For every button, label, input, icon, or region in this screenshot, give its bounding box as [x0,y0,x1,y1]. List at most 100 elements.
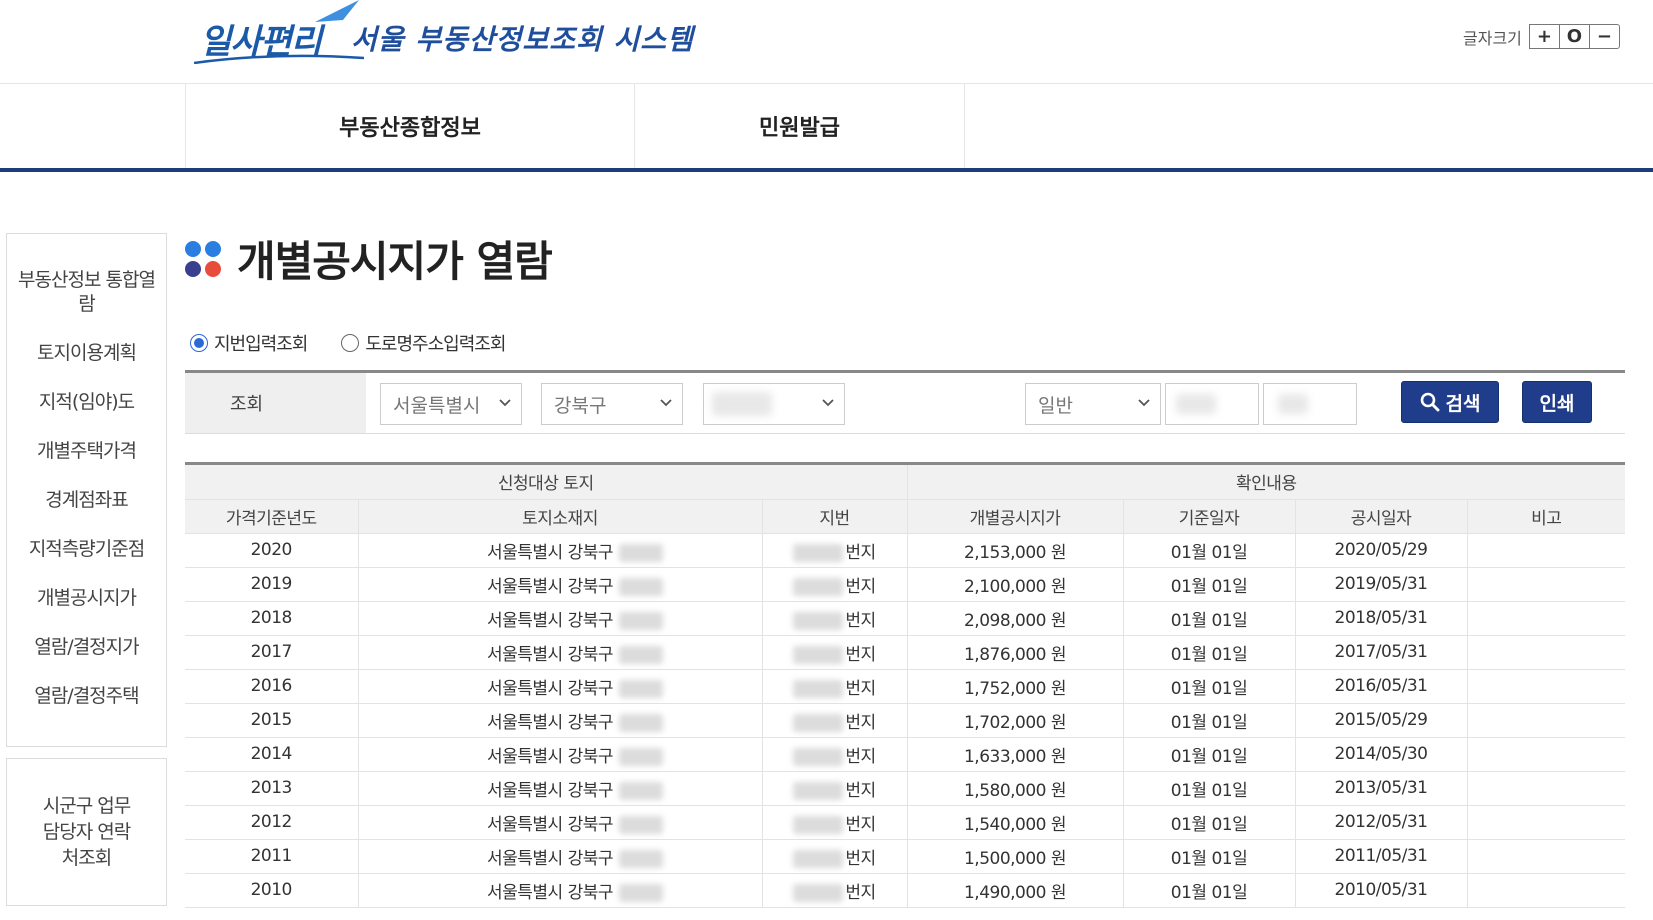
cell-note [1466,533,1625,568]
city-select-value: 서울특별시 [393,394,481,417]
dong-select[interactable] [703,383,845,425]
cell-location: 서울특별시 강북구 [357,771,762,806]
blurred-dong [619,611,664,630]
col-header-year: 가격기준년도 [185,499,358,534]
jibun-suffix: 번지 [845,848,876,869]
blurred-dong [619,849,664,868]
group-header-confirmation: 확인내용 [906,465,1625,500]
sidebar-item-house-price[interactable]: 개별주택가격 [7,439,166,463]
result-table: 신청대상 토지 확인내용 가격기준년도 토지소재지 지번 개별공시지가 기준일자… [185,462,1625,920]
blurred-dong [619,543,664,562]
col-header-base-date: 기준일자 [1122,499,1296,534]
cell-note [1466,737,1625,772]
sidebar-item-cadastral-map[interactable]: 지적(임야)도 [7,390,166,414]
logo-mark: 일사편리 [194,0,364,64]
cell-year: 2014 [185,737,358,772]
city-select[interactable]: 서울특별시 [380,383,522,425]
nav-item-civil-docs[interactable]: 민원발급 [634,84,965,168]
site-logo[interactable]: 일사편리 서울 부동산정보조회 시스템 [194,0,694,70]
table-row: 2011 서울특별시 강북구 번지 1,500,000 원 01월 01일 2011/05… [185,839,1625,874]
cell-price: 1,490,000 원 [906,873,1124,908]
cell-base-date: 01월 01일 [1122,873,1296,908]
font-increase-button[interactable]: + [1528,24,1560,49]
cell-year: 2010 [185,873,358,908]
blurred-jibun-number [793,577,844,596]
radio-road-address-dot[interactable] [341,334,360,352]
sidebar-item-survey-points[interactable]: 지적측량기준점 [7,537,166,561]
cell-note [1466,771,1625,806]
bonbun-input[interactable] [1165,383,1259,425]
jibun-suffix: 번지 [845,610,876,631]
cell-price: 1,702,000 원 [906,703,1124,738]
cell-price: 1,500,000 원 [906,839,1124,874]
cell-price: 1,876,000 원 [906,635,1124,670]
cell-jibun: 번지 [761,839,908,874]
sidebar: 부동산정보 통합열람 토지이용계획 지적(임야)도 개별주택가격 경계점좌표 지… [6,233,167,747]
cell-base-date: 01월 01일 [1122,635,1296,670]
cell-location: 서울특별시 강북구 [357,703,762,738]
sidebar-item-decided-house-price[interactable]: 열람/결정주택 [7,684,166,708]
cell-jibun: 번지 [761,635,908,670]
cell-base-date: 01월 01일 [1122,703,1296,738]
sidebar-item-integrated-view[interactable]: 부동산정보 통합열람 [7,268,166,316]
cell-notice-date: 2016/05/31 [1294,669,1468,704]
gu-select-value: 강북구 [554,394,607,417]
location-prefix: 서울특별시 강북구 [486,644,614,665]
table-body: 2020 서울특별시 강북구 번지 2,153,000 원 01월 01일 2020/05… [185,533,1625,908]
search-button[interactable]: 검색 [1401,381,1499,423]
cell-year: 2016 [185,669,358,704]
sidebar-item-decided-land-price[interactable]: 열람/결정지가 [7,635,166,659]
blurred-dong [619,781,664,800]
cell-jibun: 번지 [761,601,908,636]
global-nav: 부동산종합정보 민원발급 [0,84,1653,172]
location-prefix: 서울특별시 강북구 [486,678,614,699]
cell-location: 서울특별시 강북구 [357,635,762,670]
search-bar: 조회 서울특별시 강북구 일반 검색 인쇄 [185,370,1625,434]
cell-year: 2012 [185,805,358,840]
title-dot [205,260,221,277]
cell-location: 서울특별시 강북구 [357,805,762,840]
print-button[interactable]: 인쇄 [1522,381,1592,423]
title-dot [205,240,221,257]
col-header-location: 토지소재지 [357,499,762,534]
cell-year: 2011 [185,839,358,874]
cell-notice-date: 2010/05/31 [1294,873,1468,908]
land-type-select[interactable]: 일반 [1025,383,1161,425]
blurred-bonbun-value [1176,394,1216,414]
blurred-dong [619,577,664,596]
nav-item-real-estate-info[interactable]: 부동산종합정보 [185,84,634,168]
system-title: 서울 부동산정보조회 시스템 [351,23,694,56]
cell-notice-date: 2011/05/31 [1294,839,1468,874]
col-header-jibun: 지번 [761,499,908,534]
font-size-label: 글자크기 [1463,28,1522,48]
location-prefix: 서울특별시 강북구 [486,814,614,835]
gu-select[interactable]: 강북구 [541,383,683,425]
table-row: 2017 서울특별시 강북구 번지 1,876,000 원 01월 01일 2017/05… [185,635,1625,670]
font-decrease-button[interactable]: − [1588,24,1620,49]
blurred-dong [619,815,664,834]
blurred-jibun-number [793,645,844,664]
search-label: 조회 [185,373,366,433]
sidebar-contact-link[interactable]: 시군구 업무담당자 연락처조회 [6,758,167,906]
cell-year: 2019 [185,567,358,602]
cell-base-date: 01월 01일 [1122,567,1296,602]
location-prefix: 서울특별시 강북구 [486,780,614,801]
radio-jibun[interactable]: 지번입력조회 [190,330,308,356]
search-button-label: 검색 [1445,392,1481,415]
cell-note [1466,601,1625,636]
cell-price: 2,153,000 원 [906,533,1124,568]
radio-jibun-dot[interactable] [190,334,208,352]
jibun-suffix: 번지 [845,644,876,665]
radio-road-address[interactable]: 도로명주소입력조회 [341,330,506,356]
font-reset-button[interactable]: O [1558,24,1590,49]
jibun-suffix: 번지 [845,576,876,597]
table-row: 2016 서울특별시 강북구 번지 1,752,000 원 01월 01일 2016/05… [185,669,1625,704]
blurred-dong [619,747,664,766]
cell-price: 1,580,000 원 [906,771,1124,806]
cell-note [1466,669,1625,704]
sidebar-item-land-use[interactable]: 토지이용계획 [7,341,166,365]
cell-price: 1,540,000 원 [906,805,1124,840]
sidebar-item-land-price[interactable]: 개별공시지가 [7,586,166,610]
sidebar-item-boundary-coords[interactable]: 경계점좌표 [7,488,166,512]
bubun-input[interactable] [1263,383,1357,425]
